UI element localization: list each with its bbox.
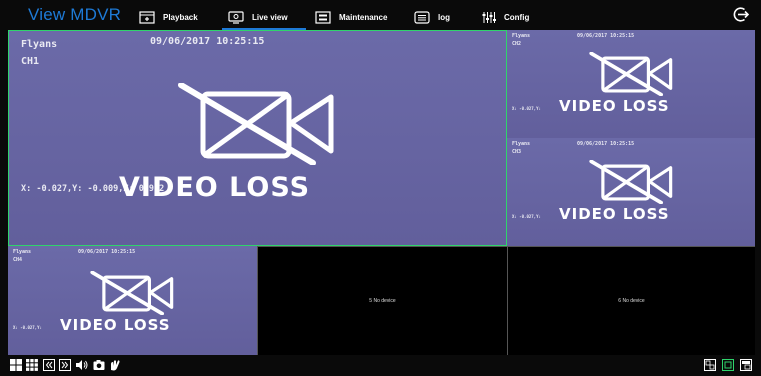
osd-gsensor: X: -0.027,Y: — [512, 106, 541, 111]
no-device-label: 5 No device — [369, 298, 396, 304]
logout-icon — [733, 7, 750, 22]
prev-page-icon — [43, 359, 55, 371]
channel-label: CH2 — [512, 41, 522, 47]
video-pane-ch2[interactable]: Flyans CH2 09/06/2017 10:25:15 X: -0.027… — [507, 30, 755, 138]
layout-9-button[interactable] — [26, 358, 38, 376]
snapshot-icon — [93, 360, 105, 370]
video-pane-ch4[interactable]: Flyans CH4 09/06/2017 10:25:15 X: -0.027… — [8, 246, 257, 355]
screen-split-button[interactable] — [704, 358, 716, 376]
next-page-icon — [59, 359, 71, 371]
monitor-icon — [228, 10, 244, 24]
layout-4-button[interactable] — [10, 358, 22, 376]
osd-datetime: 09/06/2017 10:25:15 — [577, 141, 635, 147]
osd-datetime: 09/06/2017 10:25:15 — [150, 36, 265, 47]
config-icon — [482, 11, 496, 23]
layout-9-icon — [26, 359, 38, 371]
volume-button[interactable] — [75, 358, 88, 376]
top-bar: View MDVR Playback Live view Maintenance — [0, 0, 761, 30]
logout-button[interactable] — [732, 6, 750, 28]
window-icon — [740, 359, 752, 371]
nav-playback-label: Playback — [163, 12, 198, 22]
video-off-icon — [178, 83, 334, 165]
video-grid: Flyans CH1 09/06/2017 10:25:15 X: -0.027… — [8, 30, 755, 355]
camera-name: Flyans — [13, 249, 32, 255]
video-off-icon — [589, 160, 673, 204]
nav-log-label: log — [438, 12, 450, 22]
app-title: View MDVR — [28, 5, 122, 24]
fullscreen-icon — [722, 359, 734, 371]
channel-label: CH3 — [512, 149, 522, 155]
camera-name: Flyans — [21, 39, 58, 50]
video-pane-ch5[interactable]: 5 No device — [257, 246, 507, 355]
video-pane-ch1[interactable]: Flyans CH1 09/06/2017 10:25:15 X: -0.027… — [8, 30, 507, 246]
nav-maintenance-label: Maintenance — [339, 12, 388, 22]
video-pane-ch6[interactable]: 6 No device — [507, 246, 755, 355]
nav-live-view-label: Live view — [252, 12, 288, 22]
list-icon — [414, 10, 430, 24]
osd-gsensor: X: -0.027,Y: — [512, 214, 541, 219]
camera-name: Flyans — [512, 141, 531, 147]
volume-icon — [76, 360, 88, 370]
nav-config-label: Config — [504, 12, 530, 22]
screen-split-icon — [704, 359, 716, 371]
video-loss-text: VIDEO LOSS — [559, 205, 670, 223]
nav-config[interactable]: Config — [482, 7, 529, 27]
no-device-label: 6 No device — [618, 298, 645, 304]
nav-live-view[interactable]: Live view — [222, 7, 306, 30]
video-off-icon — [90, 271, 174, 315]
camera-name: Flyans — [512, 33, 531, 39]
channel-label: CH4 — [13, 257, 23, 263]
nav-log[interactable]: log — [414, 7, 450, 27]
ptz-icon — [111, 360, 120, 371]
osd-gsensor: X: -0.027,Y: — [13, 325, 42, 330]
bottom-toolbar — [0, 355, 761, 374]
prev-page-button[interactable] — [43, 358, 55, 376]
channel-label: CH1 — [21, 56, 40, 67]
nav-maintenance[interactable]: Maintenance — [315, 7, 387, 27]
layout-4-icon — [10, 359, 22, 371]
window-button[interactable] — [740, 358, 752, 376]
video-loss-text: VIDEO LOSS — [559, 97, 670, 115]
fullscreen-button[interactable] — [722, 358, 734, 376]
nav-playback[interactable]: Playback — [139, 7, 198, 27]
snapshot-button[interactable] — [93, 358, 105, 376]
next-page-button[interactable] — [59, 358, 71, 376]
video-loss-text: VIDEO LOSS — [119, 172, 311, 203]
osd-datetime: 09/06/2017 10:25:15 — [577, 33, 635, 39]
osd-datetime: 09/06/2017 10:25:15 — [78, 249, 136, 255]
video-loss-text: VIDEO LOSS — [60, 316, 171, 334]
video-pane-ch3[interactable]: Flyans CH3 09/06/2017 10:25:15 X: -0.027… — [507, 138, 755, 246]
maintenance-icon — [315, 10, 331, 24]
ptz-button[interactable] — [109, 358, 121, 376]
calendar-icon — [139, 10, 155, 24]
video-off-icon — [589, 52, 673, 96]
